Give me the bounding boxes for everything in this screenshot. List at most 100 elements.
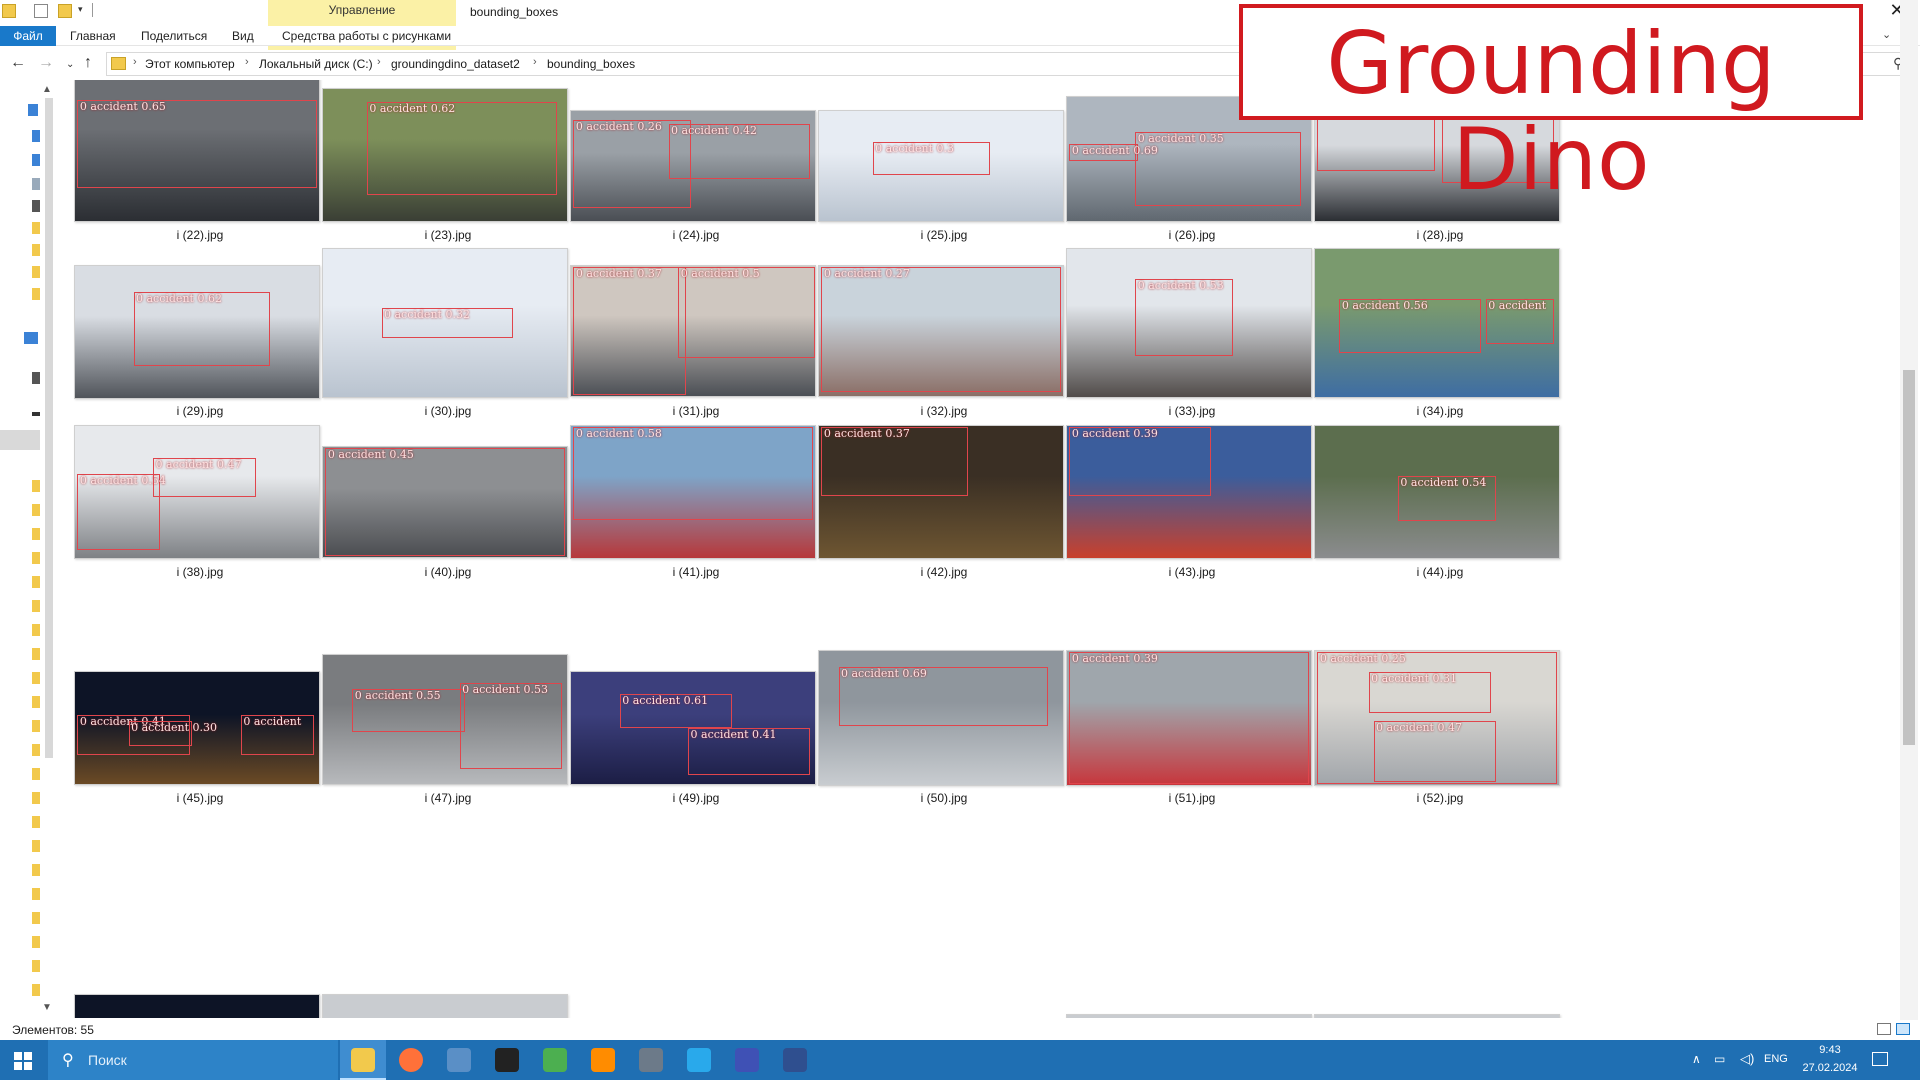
properties-icon[interactable] [34, 4, 48, 18]
taskbar-firefox-button[interactable] [388, 1040, 434, 1080]
taskbar-terminal-button[interactable] [484, 1040, 530, 1080]
file-name[interactable]: i (44).jpg [1290, 565, 1590, 579]
folder-icon[interactable] [32, 552, 40, 564]
details-view-button[interactable] [1877, 1023, 1891, 1035]
network-icon[interactable]: ▭ [1714, 1052, 1725, 1066]
image-thumbnail[interactable]: 0 accident 0.41 0 accident 0.30 0 accident [74, 671, 320, 785]
forward-button[interactable]: → [38, 54, 54, 72]
input-language-indicator[interactable]: ENG [1764, 1053, 1788, 1065]
pictures-icon[interactable] [32, 200, 40, 212]
folder-icon[interactable] [32, 744, 40, 756]
file-name[interactable]: i (52).jpg [1290, 791, 1590, 805]
breadcrumb-dataset[interactable]: groundingdino_dataset2 [391, 57, 520, 71]
folder-icon[interactable] [32, 696, 40, 708]
file-name[interactable]: i (28).jpg [1290, 228, 1590, 242]
folder-icon[interactable] [32, 288, 40, 300]
image-thumbnail[interactable]: 0 accident 0.62 [322, 88, 568, 222]
folder-icon[interactable] [32, 480, 40, 492]
taskbar-telegram-button[interactable] [676, 1040, 722, 1080]
folder-icon[interactable] [32, 528, 40, 540]
image-thumbnail[interactable]: 0 accident 0.61 0 accident 0.41 [570, 671, 816, 785]
taskbar-python-button[interactable] [436, 1040, 482, 1080]
folder-icon[interactable] [32, 624, 40, 636]
start-button[interactable] [0, 1040, 48, 1080]
folder-icon[interactable] [32, 672, 40, 684]
nav-pane-scrollbar[interactable] [45, 98, 53, 758]
this-pc-icon[interactable] [24, 332, 38, 344]
scrollbar-thumb[interactable] [1903, 370, 1915, 745]
taskbar-network-app-button[interactable] [772, 1040, 818, 1080]
folder-icon[interactable] [32, 244, 40, 256]
clock-time[interactable]: 9:43 [1800, 1044, 1860, 1056]
folder-icon[interactable] [32, 888, 40, 900]
image-thumbnail[interactable]: 0 accident 0.39 [1066, 650, 1312, 786]
image-thumbnail[interactable]: 0 accident 0.56 0 accident [1314, 248, 1560, 398]
breadcrumb-local-disk[interactable]: Локальный диск (C:) [259, 57, 373, 71]
folder-icon[interactable] [2, 4, 16, 18]
breadcrumb-this-pc[interactable]: Этот компьютер [145, 57, 235, 71]
folder-icon[interactable] [32, 936, 40, 948]
image-thumbnail[interactable] [1066, 1014, 1312, 1018]
image-thumbnail[interactable]: 0 accident 0.62 [74, 265, 320, 399]
image-thumbnail[interactable] [322, 994, 568, 1018]
taskbar-search[interactable]: ⚲ Поиск [48, 1040, 338, 1080]
taskbar-editor-button[interactable] [532, 1040, 578, 1080]
folder-icon[interactable] [32, 792, 40, 804]
image-thumbnail[interactable]: 0 accident 0.69 [818, 650, 1064, 786]
image-thumbnail[interactable]: 0 accident 0.58 [570, 425, 816, 559]
breadcrumb-current-folder[interactable]: bounding_boxes [547, 57, 635, 71]
downloads-icon[interactable] [32, 154, 40, 166]
folder-icon[interactable] [32, 720, 40, 732]
up-folder-button[interactable]: ↑ [84, 54, 92, 72]
volume-icon[interactable]: ◁) [1740, 1051, 1754, 1067]
folder-icon[interactable] [32, 266, 40, 278]
tab-share[interactable]: Поделиться [141, 26, 207, 46]
notification-center-icon[interactable] [1872, 1052, 1888, 1066]
taskbar-file-explorer-button[interactable] [340, 1040, 386, 1080]
image-thumbnail[interactable]: 0 accident 0.65 [74, 80, 320, 222]
scroll-down-arrow-icon[interactable]: ▼ [42, 1002, 52, 1013]
image-thumbnail[interactable]: 0 accident 0.27 [818, 265, 1064, 397]
tab-picture-tools[interactable]: Средства работы с рисунками [282, 26, 451, 46]
drive-icon[interactable] [32, 372, 40, 384]
folder-icon[interactable] [32, 984, 40, 996]
taskbar-save-disk-button[interactable] [724, 1040, 770, 1080]
folder-icon[interactable] [32, 600, 40, 612]
image-thumbnail[interactable]: 0 accident 0.25 0 accident 0.31 0 accident… [1314, 650, 1560, 786]
drive-icon[interactable] [32, 412, 40, 416]
image-thumbnail[interactable]: 0 accident 0.55 0 accident 0.53 [322, 654, 568, 785]
image-thumbnail[interactable]: 0 accident 0.53 [1066, 248, 1312, 398]
tray-overflow-icon[interactable]: ∧ [1692, 1052, 1701, 1066]
quick-access-dropdown-icon[interactable]: ▾ [78, 4, 83, 15]
quick-access-icon[interactable] [28, 104, 38, 116]
folder-icon[interactable] [32, 864, 40, 876]
scroll-up-arrow-icon[interactable]: ▲ [42, 84, 52, 95]
folder-icon[interactable] [32, 912, 40, 924]
image-thumbnail[interactable]: 0 accident 0.54 0 accident 0.47 [74, 425, 320, 559]
folder-icon[interactable] [32, 816, 40, 828]
tab-home[interactable]: Главная [70, 26, 116, 46]
image-thumbnail[interactable] [1314, 1014, 1560, 1018]
folder-icon[interactable] [32, 960, 40, 972]
large-icons-view-button[interactable] [1896, 1023, 1910, 1035]
image-thumbnail[interactable]: 0 accident 0.3 [818, 110, 1064, 222]
image-thumbnail[interactable]: 0 accident 0.37 [818, 425, 1064, 559]
image-thumbnail[interactable]: 0 accident 0.54 [1314, 425, 1560, 559]
image-thumbnail[interactable] [74, 994, 320, 1018]
tab-file[interactable]: Файл [0, 26, 56, 46]
folder-icon[interactable] [32, 576, 40, 588]
address-bar[interactable]: › Этот компьютер › Локальный диск (C:) ›… [106, 52, 1246, 76]
taskbar-calculator-button[interactable] [628, 1040, 674, 1080]
clock-date[interactable]: 27.02.2024 [1800, 1062, 1860, 1074]
documents-icon[interactable] [32, 178, 40, 190]
folder-icon[interactable] [32, 504, 40, 516]
folder-icon[interactable] [32, 840, 40, 852]
folder-icon[interactable] [32, 222, 40, 234]
image-thumbnail[interactable]: 0 accident 0.37 0 accident 0.5 [570, 265, 816, 397]
nav-selected-item[interactable] [0, 430, 40, 450]
image-thumbnail[interactable]: 0 accident 0.32 [322, 248, 568, 398]
ribbon-collapse-icon[interactable]: ⌄ [1882, 28, 1891, 41]
file-name[interactable]: i (34).jpg [1290, 404, 1590, 418]
tab-view[interactable]: Вид [232, 26, 254, 46]
folder-icon[interactable] [32, 768, 40, 780]
